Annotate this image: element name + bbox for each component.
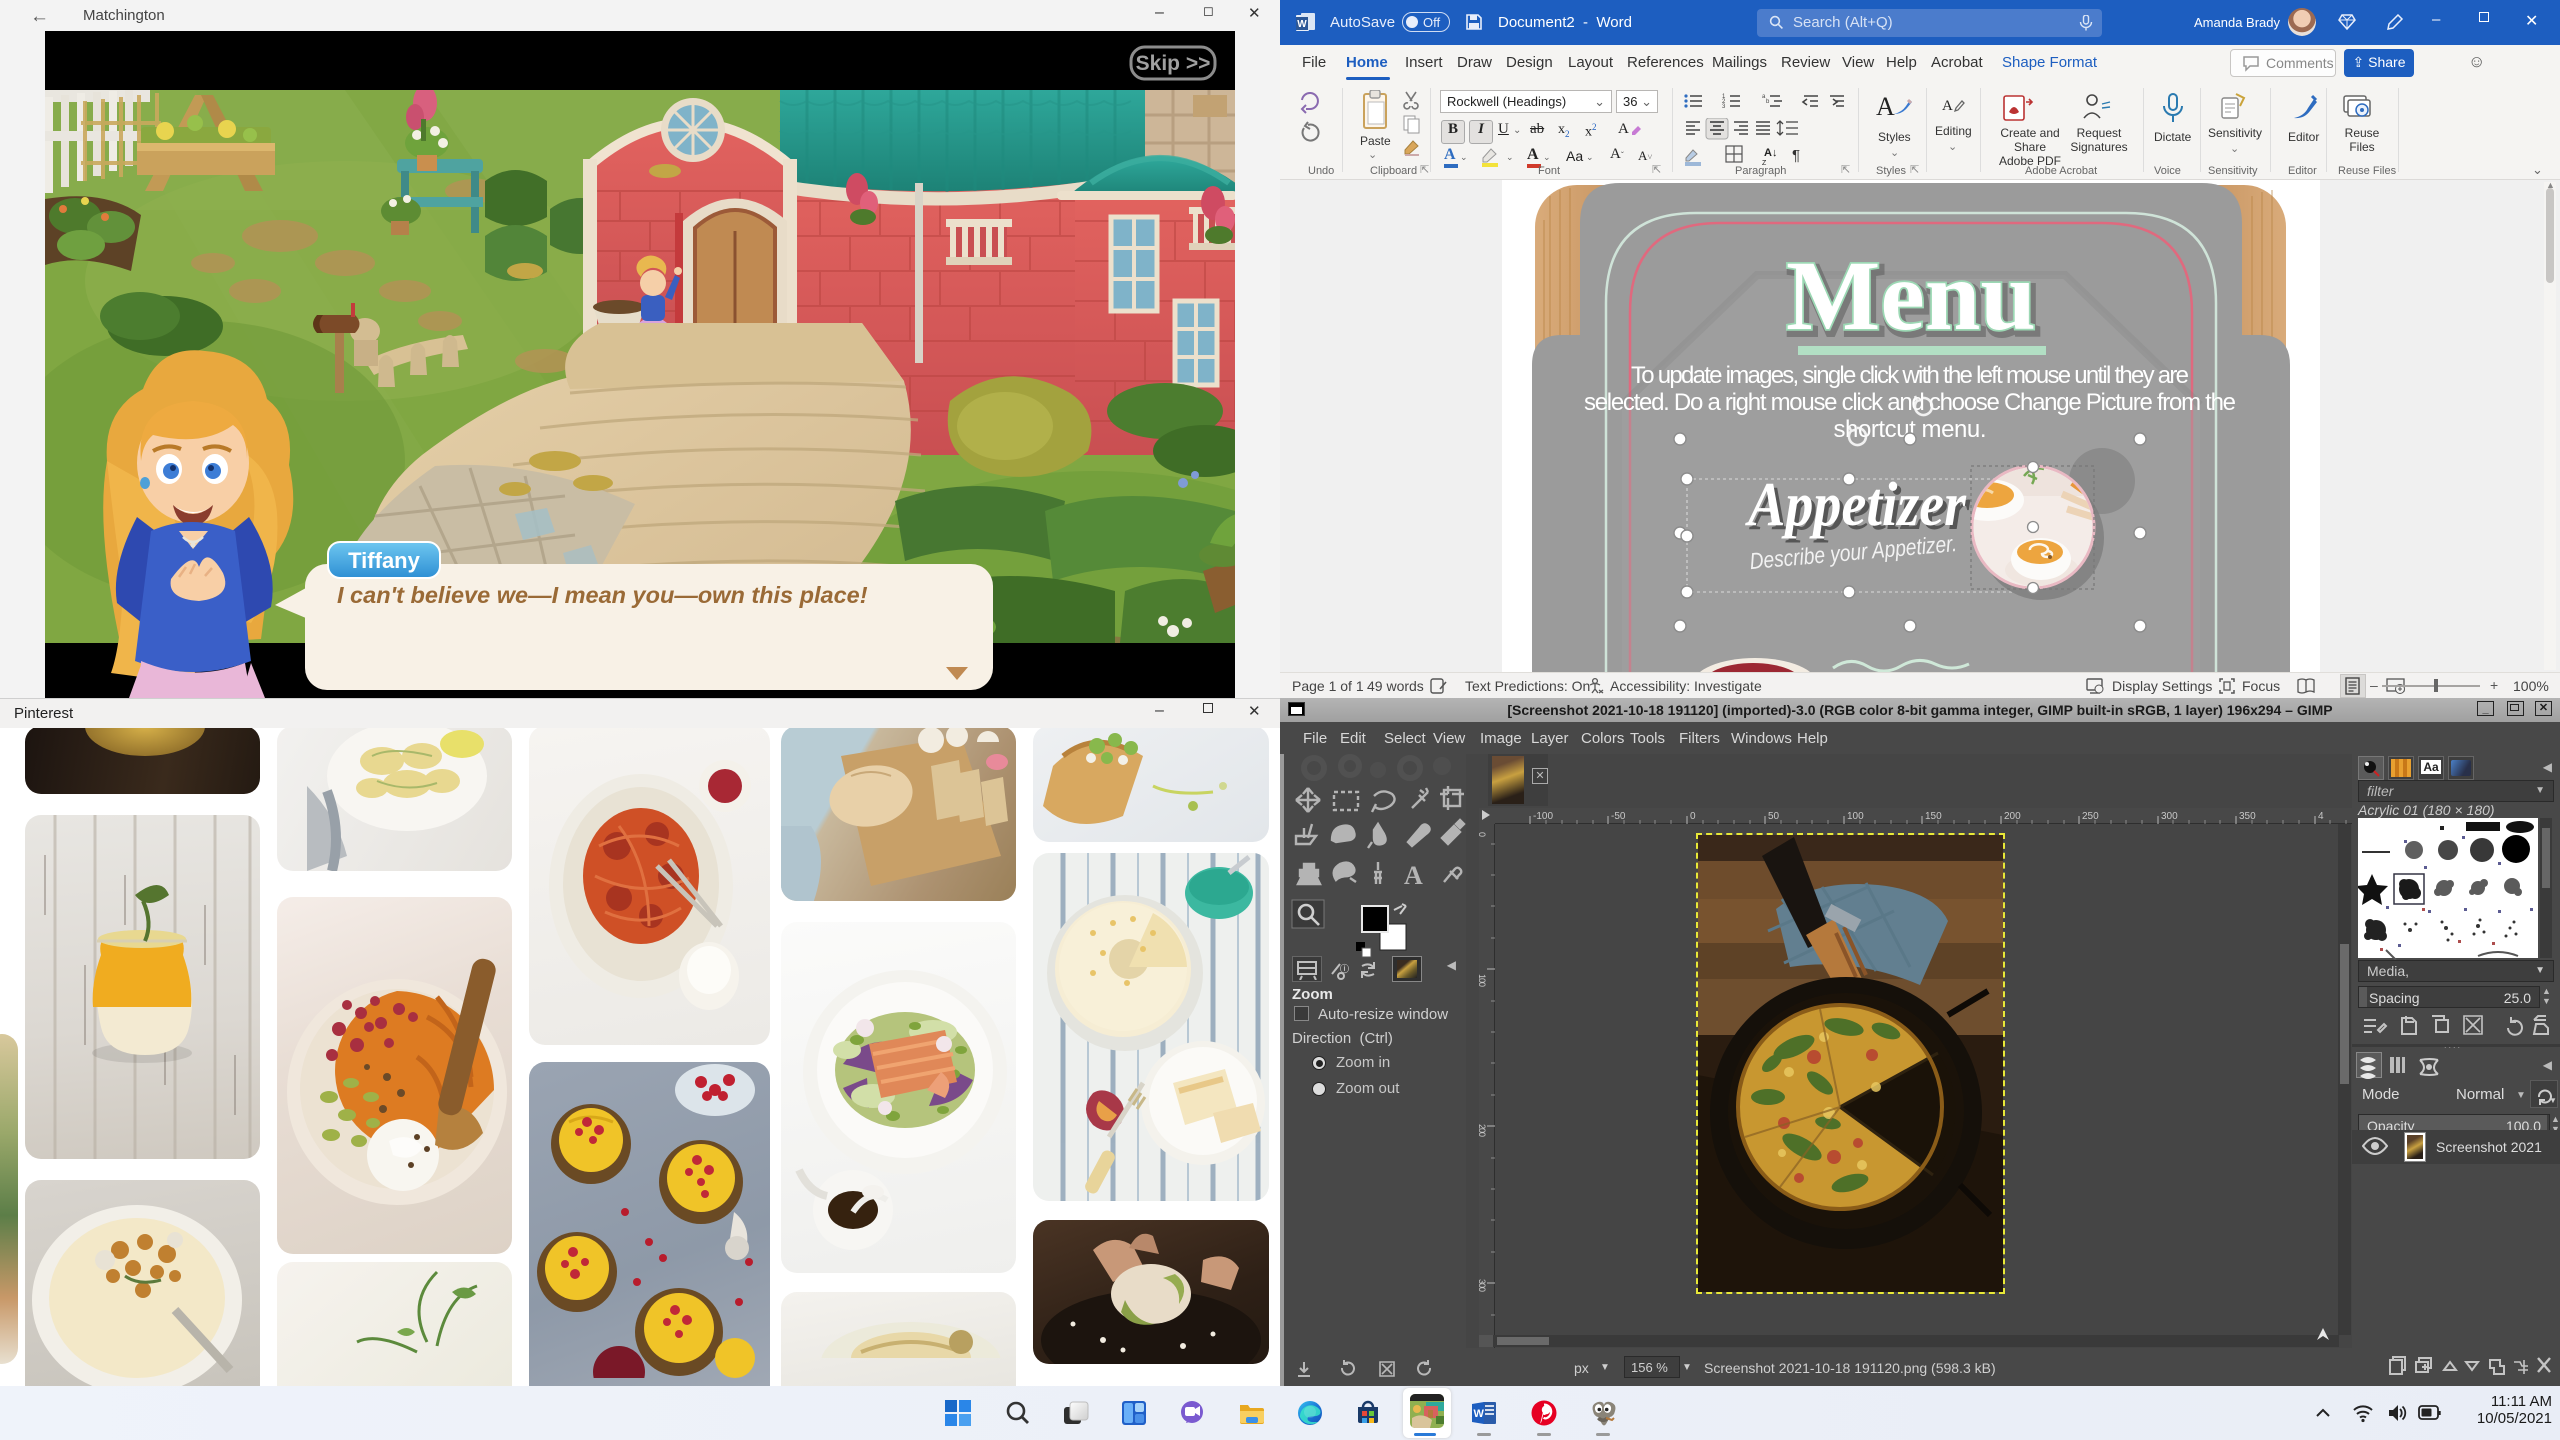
svg-text:150: 150: [1925, 811, 1942, 822]
svg-text:350: 350: [2239, 811, 2256, 822]
svg-text:200: 200: [2004, 811, 2021, 822]
svg-text:selected. Do a right mouse cl: selected. Do a right mouse click and cho…: [1584, 389, 2236, 416]
svg-text:W: W: [1474, 1408, 1485, 1420]
svg-text:Tiffany: Tiffany: [348, 548, 420, 573]
svg-text:¶: ¶: [1792, 147, 1800, 164]
svg-text:-100: -100: [1533, 811, 1553, 822]
svg-text:A↓: A↓: [1764, 147, 1777, 159]
svg-text:Menu: Menu: [1786, 240, 2036, 351]
svg-text:A: A: [1942, 98, 1953, 114]
svg-text:A: A: [1404, 861, 1423, 890]
svg-text:W: W: [1297, 19, 1307, 30]
svg-text:Skip >>: Skip >>: [1136, 52, 1211, 75]
svg-text:0: 0: [1690, 811, 1696, 822]
svg-text:200: 200: [1479, 1124, 1487, 1137]
svg-text:300: 300: [1479, 1279, 1487, 1292]
svg-text:-50: -50: [1611, 811, 1626, 822]
svg-text:I can't believe we—I mean you—: I can't believe we—I mean you—own this p…: [337, 582, 868, 608]
svg-text:ⓘ: ⓘ: [1340, 963, 1349, 974]
svg-text:3: 3: [1722, 104, 1726, 110]
svg-text:Appetizer: Appetizer: [1744, 471, 1966, 539]
svg-text:b: b: [1766, 99, 1770, 105]
svg-text:0: 0: [1479, 832, 1487, 837]
svg-text:100: 100: [1479, 974, 1487, 987]
svg-text:250: 250: [2082, 811, 2099, 822]
svg-text:▼: ▼: [2549, 1096, 2557, 1105]
svg-text:300: 300: [2161, 811, 2178, 822]
svg-text:4: 4: [2318, 811, 2324, 822]
svg-text:To update images, single click: To update images, single click with the …: [1631, 362, 2189, 389]
svg-text:100: 100: [1847, 811, 1864, 822]
svg-text:50: 50: [1768, 811, 1780, 822]
